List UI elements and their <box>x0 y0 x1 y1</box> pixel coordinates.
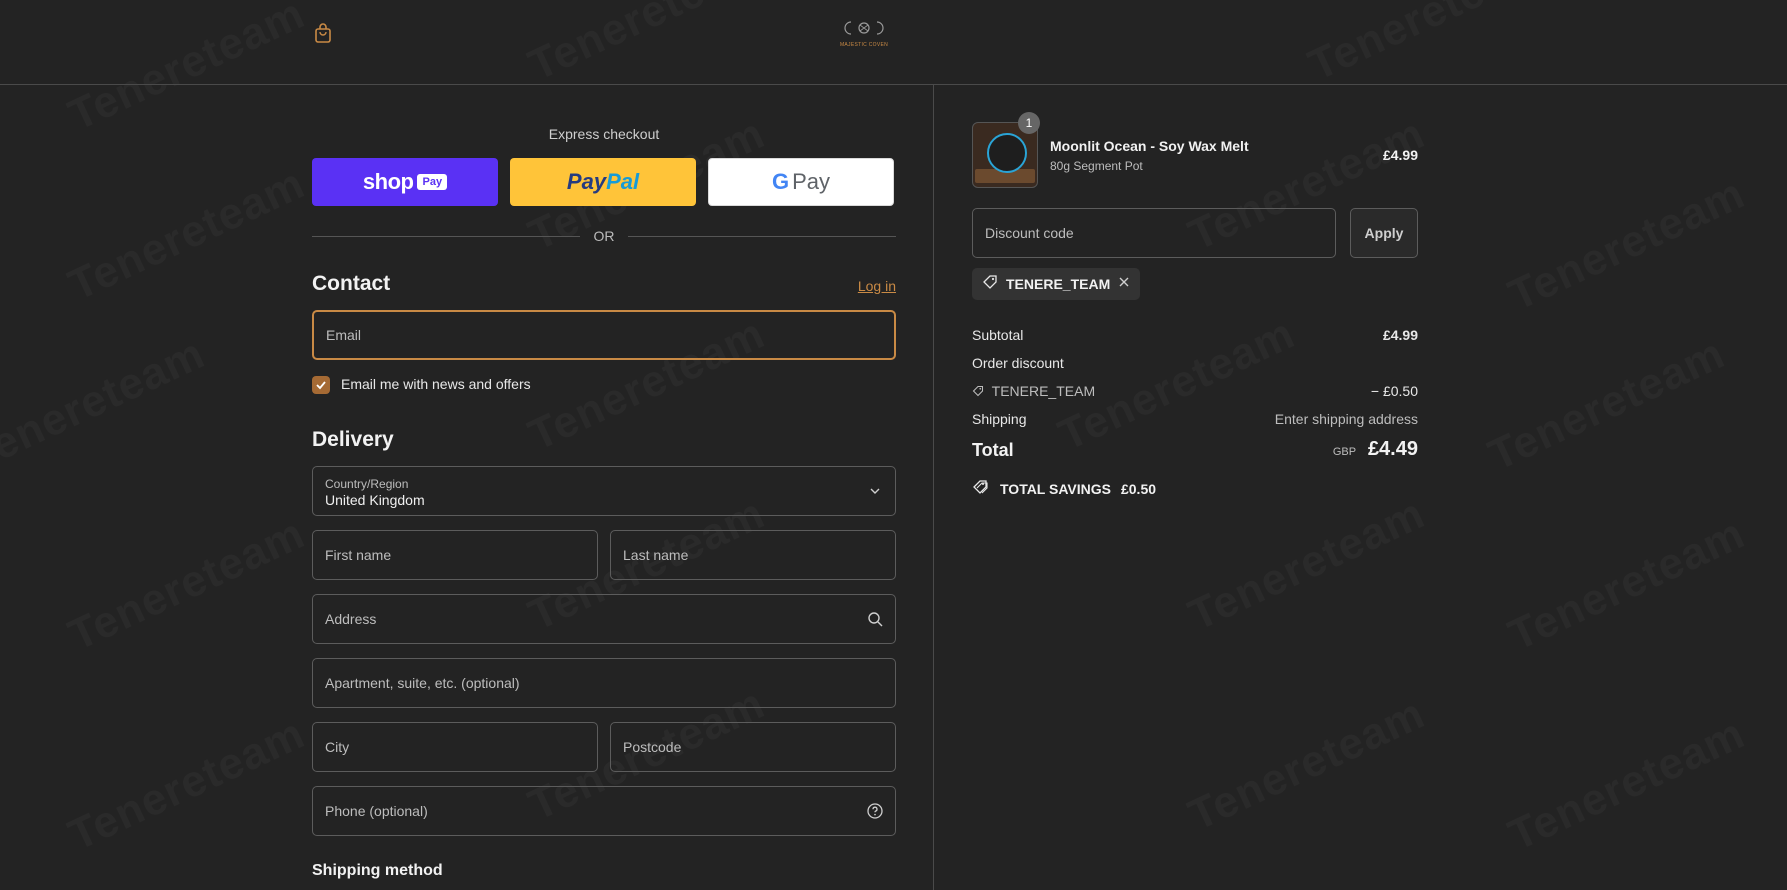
google-g-icon: G <box>771 169 790 194</box>
paypal-logo: PayPal <box>566 169 640 194</box>
discount-line-code: TENERE_TEAM <box>991 383 1096 399</box>
shop-pay-word: shop <box>362 169 414 194</box>
newsletter-checkbox[interactable] <box>312 376 330 394</box>
shipping-value: Enter shipping address <box>1274 411 1418 427</box>
savings-tag-icon <box>972 479 990 498</box>
subtotal-value: £4.99 <box>1382 327 1418 343</box>
discount-code-field[interactable]: Discount code <box>972 208 1336 258</box>
product-variant: 80g Segment Pot <box>1050 159 1143 173</box>
google-pay-logo: G Pay <box>771 169 831 194</box>
savings-label: TOTAL SAVINGS <box>1000 480 1111 497</box>
express-checkout-title: Express checkout <box>548 126 660 142</box>
apply-discount-button[interactable]: Apply <box>1350 208 1418 258</box>
first-name-field[interactable]: First name <box>312 530 598 580</box>
or-divider: OR <box>312 226 896 246</box>
phone-field[interactable]: Phone (optional) <box>312 786 896 836</box>
country-select[interactable]: Country/Region United Kingdom <box>312 466 896 516</box>
contact-heading: Contact <box>312 272 391 295</box>
help-icon[interactable] <box>867 803 883 819</box>
shipping-label: Shipping <box>972 411 1027 427</box>
last-name-field[interactable]: Last name <box>610 530 896 580</box>
shop-pay-badge: Pay <box>417 174 448 190</box>
total-row: Total GBP £4.49 <box>972 438 1418 461</box>
discount-line-row: TENERE_TEAM − £0.50 <box>972 383 1418 400</box>
paypal-button[interactable]: PayPal <box>510 158 696 206</box>
logo-text: MAJESTIC COVEN <box>839 42 889 48</box>
shipping-method-heading: Shipping method <box>312 862 443 879</box>
quantity-badge: 1 <box>1018 112 1040 134</box>
newsletter-label: Email me with news and offers <box>341 376 531 392</box>
product-price: £4.99 <box>1382 147 1418 163</box>
email-field[interactable]: Email <box>312 310 896 360</box>
shopping-bag-icon[interactable] <box>314 22 332 44</box>
moon-logo-icon <box>844 21 884 35</box>
country-value: United Kingdom <box>325 492 425 508</box>
shipping-row: Shipping Enter shipping address <box>972 411 1418 427</box>
delivery-heading: Delivery <box>312 428 394 451</box>
tag-icon <box>982 274 998 295</box>
apartment-field[interactable]: Apartment, suite, etc. (optional) <box>312 658 896 708</box>
order-discount-row: Order discount <box>972 355 1418 371</box>
login-link[interactable]: Log in <box>858 278 896 294</box>
store-logo[interactable]: MAJESTIC COVEN <box>838 20 890 48</box>
currency-code: GBP <box>1332 446 1357 458</box>
city-field[interactable]: City <box>312 722 598 772</box>
email-placeholder: Email <box>326 327 362 343</box>
chevron-down-icon <box>867 483 883 499</box>
search-icon <box>867 611 883 627</box>
applied-discount-code: TENERE_TEAM <box>1006 276 1111 292</box>
address-field[interactable]: Address <box>312 594 896 644</box>
order-discount-label: Order discount <box>972 355 1064 371</box>
checkmark-icon <box>316 381 326 390</box>
country-label: Country/Region <box>325 477 409 491</box>
subtotal-row: Subtotal £4.99 <box>972 327 1418 343</box>
google-pay-button[interactable]: G Pay <box>708 158 894 206</box>
savings-value: £0.50 <box>1120 480 1157 497</box>
column-divider <box>933 84 934 890</box>
shop-pay-button[interactable]: shop Pay <box>312 158 498 206</box>
discount-tag-icon <box>972 384 984 400</box>
total-label: Total <box>972 440 1014 460</box>
subtotal-label: Subtotal <box>972 327 1024 343</box>
discount-value: − £0.50 <box>1370 383 1418 399</box>
remove-discount-icon[interactable] <box>1118 275 1130 293</box>
top-bar: MAJESTIC COVEN <box>0 0 1787 85</box>
applied-discount-chip: TENERE_TEAM <box>972 268 1141 300</box>
product-name: Moonlit Ocean - Soy Wax Melt <box>1050 138 1249 154</box>
total-value: £4.49 <box>1367 438 1418 460</box>
postcode-field[interactable]: Postcode <box>610 722 896 772</box>
total-savings: TOTAL SAVINGS £0.50 <box>972 479 1156 498</box>
